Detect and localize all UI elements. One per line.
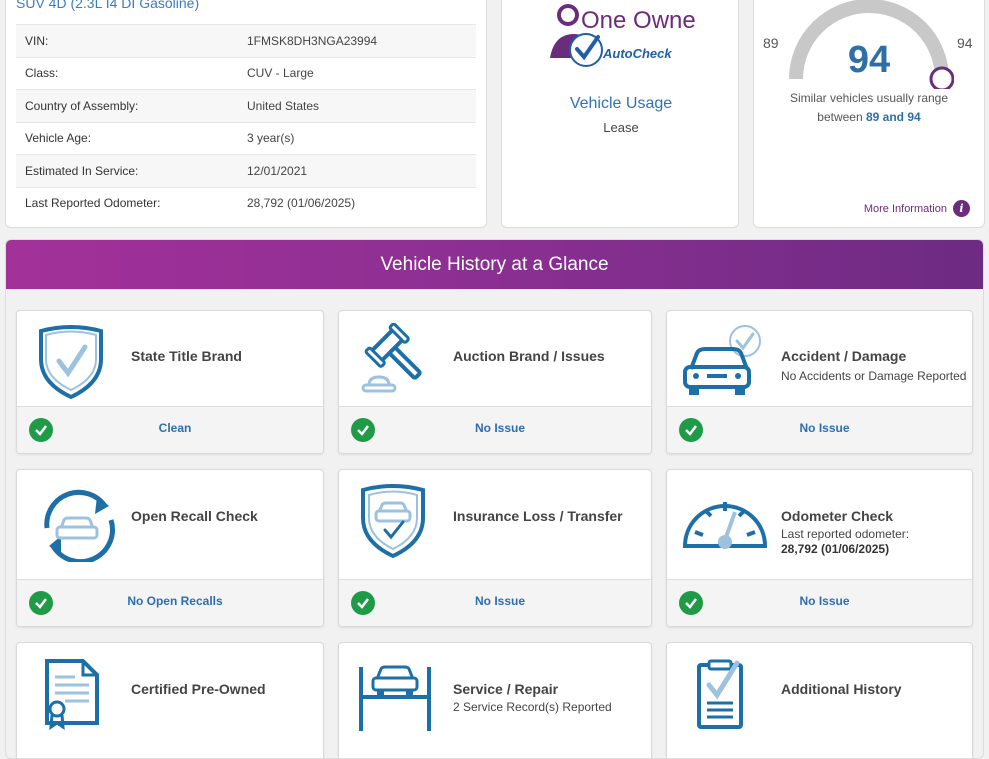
card-state-title-brand[interactable]: State Title Brand Clean: [16, 310, 324, 454]
specs-table: VIN: 1FMSK8DH3NGA23994 Class: CUV - Large …: [16, 24, 476, 219]
card-status-bar: No Issue: [667, 579, 972, 626]
spec-value: 3 year(s): [247, 121, 476, 155]
spec-label: Country of Assembly:: [16, 89, 247, 122]
vehicle-usage-panel: One Owner AutoCheck Vehicle Usage Lease: [501, 0, 739, 228]
spec-row-class: Class: CUV - Large: [16, 56, 476, 90]
card-subtitle: 2 Service Record(s) Reported: [453, 700, 612, 714]
card-status-bar: No Issue: [667, 406, 972, 453]
info-icon[interactable]: i: [953, 200, 970, 217]
usage-title: Vehicle Usage: [569, 95, 673, 112]
card-title: State Title Brand: [131, 348, 242, 364]
score-value: 94: [847, 39, 891, 81]
car-lift-icon: [353, 657, 453, 735]
one-owner-icon: One Owner AutoCheck: [550, 4, 696, 67]
certificate-icon: [31, 657, 131, 735]
check-icon: [351, 591, 375, 615]
check-icon: [679, 418, 703, 442]
spec-label: Estimated In Service:: [16, 154, 247, 187]
glance-title: Vehicle History at a Glance: [380, 253, 609, 275]
card-additional-history[interactable]: Additional History: [666, 642, 973, 758]
glance-header: Vehicle History at a Glance: [6, 240, 983, 289]
vehicle-specs-panel: SUV 4D (2.3L I4 DI Gasoline) VIN: 1FMSK8D…: [5, 0, 487, 228]
spec-row-vin: VIN: 1FMSK8DH3NGA23994: [16, 24, 476, 57]
spec-value: 12/01/2021: [247, 154, 476, 187]
spec-row-odometer: Last Reported Odometer: 28,792 (01/06/202…: [16, 186, 476, 219]
spec-value: United States: [247, 89, 476, 122]
card-title: Open Recall Check: [131, 508, 258, 524]
score-explanation: Similar vehicles usually range between 8…: [754, 89, 984, 127]
card-odometer-check[interactable]: Odometer Check Last reported odometer: 2…: [666, 469, 973, 627]
card-status: No Open Recalls: [127, 594, 223, 608]
spec-label: Class:: [16, 56, 247, 90]
card-title: Service / Repair: [453, 681, 559, 697]
card-certified-pre-owned[interactable]: Certified Pre-Owned: [16, 642, 324, 758]
spec-row-in-service: Estimated In Service: 12/01/2021: [16, 154, 476, 187]
badge-title: One Owner: [581, 7, 696, 34]
card-title: Accident / Damage: [781, 348, 907, 364]
spec-value: CUV - Large: [247, 56, 476, 90]
shield-check-icon: [31, 323, 131, 401]
gavel-icon: [353, 322, 453, 401]
check-icon: [679, 591, 703, 615]
card-service-repair[interactable]: Service / Repair 2 Service Record(s) Rep…: [338, 642, 652, 758]
one-owner-badge: One Owner AutoCheck: [502, 4, 740, 74]
card-title: Auction Brand / Issues: [453, 348, 605, 364]
card-status: No Issue: [474, 594, 525, 608]
spec-value: 1FMSK8DH3NGA23994: [247, 24, 476, 57]
recall-cycle-icon: [31, 484, 131, 565]
card-status: No Issue: [799, 594, 850, 608]
card-title: Certified Pre-Owned: [131, 681, 266, 697]
card-subtitle-label: Last reported odometer:: [781, 527, 910, 541]
check-icon: [29, 591, 53, 615]
card-title: Additional History: [781, 681, 902, 697]
card-subtitle-value: 28,792 (01/06/2025): [781, 542, 890, 556]
card-status: No Issue: [474, 421, 525, 435]
spec-value: 28,792 (01/06/2025): [247, 186, 476, 219]
card-status-bar: No Open Recalls: [17, 579, 323, 626]
card-status-bar: Clean: [17, 406, 323, 453]
more-information-link[interactable]: More Information i: [864, 200, 970, 217]
badge-brand: AutoCheck: [602, 46, 672, 61]
spec-label: Last Reported Odometer:: [16, 186, 247, 219]
card-status: No Issue: [799, 421, 850, 435]
vehicle-history-glance: Vehicle History at a Glance State Title …: [5, 239, 984, 759]
autocheck-score-panel: 89 94 94 Similar vehicles usually range …: [753, 0, 985, 228]
card-status-bar: No Issue: [339, 579, 651, 626]
check-icon: [29, 418, 53, 442]
score-text-line1: Similar vehicles usually range: [789, 91, 949, 105]
card-accident-damage[interactable]: Accident / Damage No Accidents or Damage…: [666, 310, 973, 454]
vehicle-description: SUV 4D (2.3L I4 DI Gasoline): [16, 0, 200, 11]
more-information-label[interactable]: More Information: [864, 203, 947, 215]
odometer-icon: [681, 484, 781, 562]
card-subtitle: No Accidents or Damage Reported: [781, 369, 967, 383]
card-title: Odometer Check: [781, 508, 894, 524]
clipboard-check-icon: [681, 657, 781, 735]
check-icon: [351, 418, 375, 442]
spec-row-country: Country of Assembly: United States: [16, 89, 476, 122]
score-text-between: between: [817, 110, 863, 124]
score-text-range: 89 and 94: [866, 110, 921, 124]
usage-value: Lease: [603, 120, 639, 135]
spec-label: Vehicle Age:: [16, 121, 247, 155]
card-status: Clean: [158, 421, 192, 435]
insurance-shield-icon: [353, 484, 453, 562]
card-auction-brand[interactable]: Auction Brand / Issues No Issue: [338, 310, 652, 454]
car-check-icon: [681, 323, 781, 401]
spec-label: VIN:: [16, 24, 247, 57]
spec-row-age: Vehicle Age: 3 year(s): [16, 121, 476, 155]
card-subtitle: Last reported odometer: 28,792 (01/06/20…: [781, 527, 909, 557]
card-insurance-loss[interactable]: Insurance Loss / Transfer No Issue: [338, 469, 652, 627]
card-title: Insurance Loss / Transfer: [453, 508, 623, 524]
card-status-bar: No Issue: [339, 406, 651, 453]
card-open-recall[interactable]: Open Recall Check No Open Recalls: [16, 469, 324, 627]
